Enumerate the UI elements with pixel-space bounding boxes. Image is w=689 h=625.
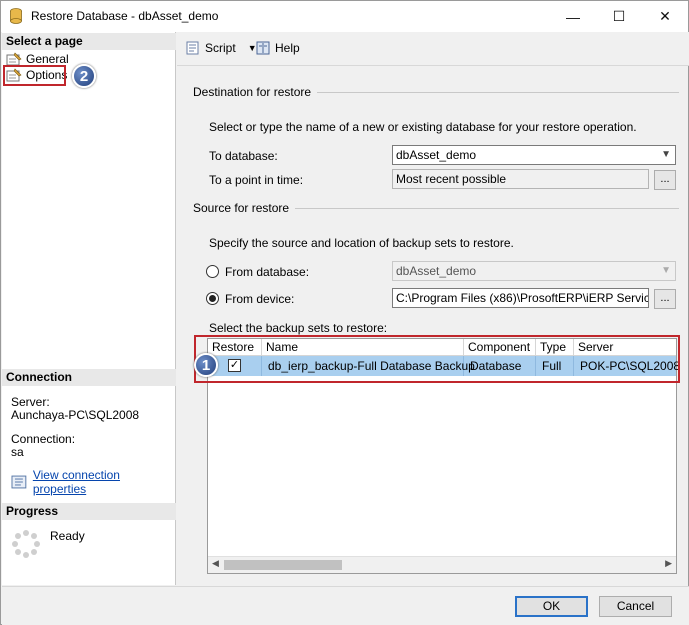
- help-icon: [256, 41, 270, 55]
- properties-icon: [11, 475, 27, 489]
- backup-sets-label: Select the backup sets to restore:: [209, 321, 388, 335]
- destination-group-label: Destination for restore: [193, 85, 318, 99]
- window-title: Restore Database - dbAsset_demo: [31, 9, 219, 23]
- point-in-time-field: Most recent possible: [392, 169, 649, 189]
- source-instruction: Specify the source and location of backu…: [209, 236, 514, 250]
- script-label: Script: [205, 41, 236, 55]
- from-device-browse-button[interactable]: ...: [654, 289, 676, 309]
- point-in-time-value: Most recent possible: [396, 172, 507, 186]
- close-button[interactable]: ✕: [642, 1, 688, 32]
- annotation-badge-1: 1: [194, 353, 218, 377]
- chevron-down-icon: ▼: [661, 265, 671, 276]
- from-device-label: From device:: [225, 292, 295, 306]
- database-icon: [10, 8, 22, 24]
- dialog-button-bar: OK Cancel: [2, 586, 689, 625]
- minimize-button[interactable]: —: [550, 1, 596, 32]
- from-device-radio[interactable]: [206, 292, 219, 305]
- from-device-value: C:\Program Files (x86)\ProsoftERP\iERP S…: [396, 291, 648, 305]
- maximize-icon: ☐: [612, 8, 626, 24]
- script-button[interactable]: Script ▼: [185, 41, 257, 55]
- progress-spinner-icon: [12, 530, 40, 558]
- restore-database-dialog: Restore Database - dbAsset_demo — ☐ ✕ Se…: [0, 0, 689, 625]
- cancel-button[interactable]: Cancel: [599, 596, 672, 617]
- chevron-down-icon: ▼: [661, 149, 671, 160]
- to-database-combo[interactable]: dbAsset_demo ▼: [392, 145, 676, 165]
- script-icon: [186, 41, 199, 55]
- annotation-badge-2: 2: [72, 64, 96, 88]
- backup-row-highlight-box: [194, 335, 680, 383]
- point-in-time-label: To a point in time:: [209, 173, 304, 187]
- destination-instruction: Select or type the name of a new or exis…: [209, 120, 637, 134]
- source-group-label: Source for restore: [193, 201, 296, 215]
- from-database-radio[interactable]: [206, 265, 219, 278]
- progress-header: Progress: [2, 503, 176, 520]
- from-database-combo: dbAsset_demo ▼: [392, 261, 676, 281]
- server-value: Aunchaya-PC\SQL2008: [11, 408, 140, 422]
- page-item-general-label: General: [26, 52, 69, 66]
- ok-button[interactable]: OK: [515, 596, 588, 617]
- maximize-button[interactable]: ☐: [596, 1, 642, 32]
- view-connection-link[interactable]: View connection properties: [33, 468, 175, 496]
- server-label: Server:: [11, 395, 50, 409]
- connection-value: sa: [11, 445, 24, 459]
- minimize-icon: —: [566, 8, 580, 25]
- from-database-value: dbAsset_demo: [396, 264, 477, 278]
- toolbar: Script ▼ Help: [177, 32, 689, 66]
- title-bar: Restore Database - dbAsset_demo — ☐ ✕: [1, 1, 688, 32]
- options-highlight-box: [3, 65, 66, 86]
- horizontal-scrollbar[interactable]: ◀ ▶: [208, 556, 676, 573]
- from-database-label: From database:: [225, 265, 310, 279]
- connection-label: Connection:: [11, 432, 76, 446]
- to-database-value: dbAsset_demo: [396, 148, 477, 162]
- connection-header: Connection: [2, 369, 176, 386]
- point-in-time-browse-button[interactable]: ...: [654, 170, 676, 190]
- progress-status: Ready: [50, 529, 85, 543]
- to-database-label: To database:: [209, 149, 278, 163]
- left-panel: Select a page General Options 2 Connecti…: [2, 32, 176, 585]
- help-label: Help: [275, 41, 300, 55]
- select-page-header: Select a page: [2, 33, 176, 50]
- scroll-right-icon[interactable]: ▶: [665, 558, 672, 569]
- help-button[interactable]: Help: [255, 41, 300, 55]
- from-device-path-field[interactable]: C:\Program Files (x86)\ProsoftERP\iERP S…: [392, 288, 649, 308]
- wrench-page-icon: [6, 52, 22, 66]
- scrollbar-thumb[interactable]: [224, 560, 342, 570]
- view-connection-properties[interactable]: View connection properties: [11, 468, 175, 496]
- scroll-left-icon[interactable]: ◀: [212, 558, 219, 569]
- close-icon: ✕: [659, 8, 671, 24]
